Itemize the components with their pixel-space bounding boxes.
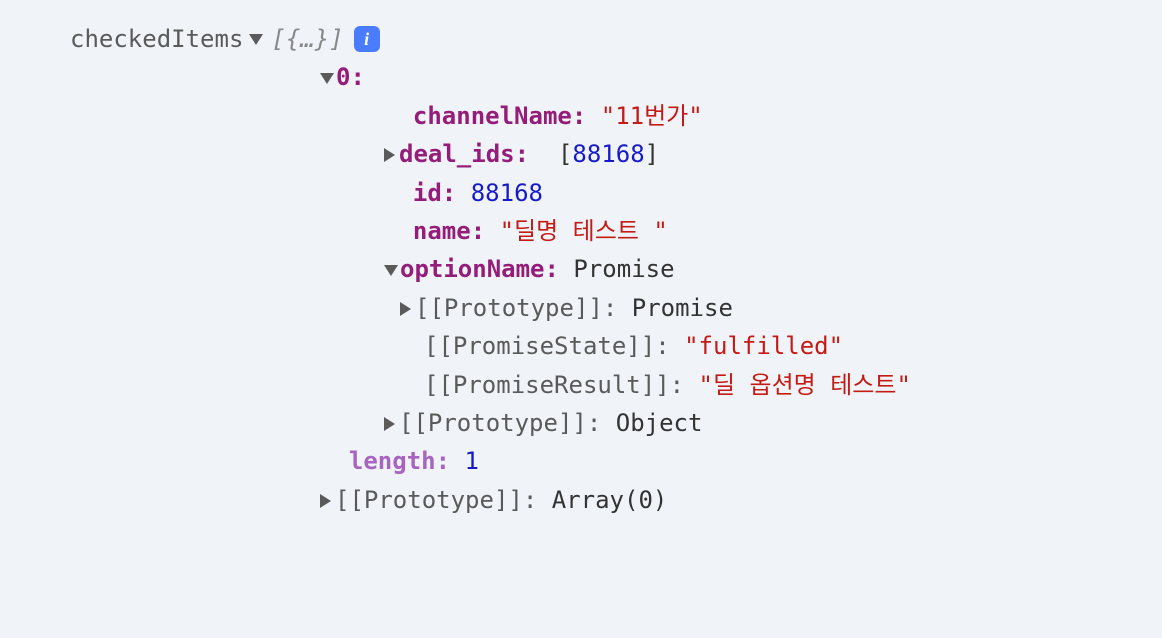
property-value-object: Array(0) <box>552 486 668 514</box>
property-key: optionName: <box>400 255 559 283</box>
property-key: 0: <box>336 63 365 91</box>
expand-toggle-icon[interactable] <box>384 265 398 276</box>
property-line-id: id: 88168 <box>384 174 1132 212</box>
property-value-string: "fulfilled" <box>684 332 843 360</box>
property-value-number: 88168 <box>471 179 543 207</box>
variable-name: checkedItems <box>70 20 243 58</box>
internal-property-key: [[Prototype]]: <box>415 294 617 322</box>
property-key: channelName: <box>413 102 586 130</box>
root-variable-line: checkedItems [{…}] i <box>70 20 1132 58</box>
internal-property-key: [[Prototype]]: <box>335 486 537 514</box>
property-key: deal_ids: <box>399 140 529 168</box>
property-value-object: Promise <box>632 294 733 322</box>
internal-property-key: [[PromiseState]]: <box>424 332 670 360</box>
property-line-channelname: channelName: "11번가" <box>384 97 1132 135</box>
property-value-object: Object <box>616 409 703 437</box>
property-key: length: <box>349 447 450 475</box>
internal-property-key: [[Prototype]]: <box>399 409 601 437</box>
bracket: ] <box>645 140 659 168</box>
expand-toggle-icon[interactable] <box>249 34 263 45</box>
info-icon[interactable]: i <box>354 26 380 52</box>
property-line-dealids[interactable]: deal_ids: [88168] <box>384 135 1132 173</box>
property-value-object: Promise <box>573 255 674 283</box>
property-line-prototype[interactable]: [[Prototype]]: Object <box>384 404 1132 442</box>
property-value-string: "딜명 테스트 " <box>500 217 668 245</box>
expand-toggle-icon[interactable] <box>400 302 411 316</box>
property-line-name: name: "딜명 테스트 " <box>384 212 1132 250</box>
property-line-optionname[interactable]: optionName: Promise <box>384 250 1132 288</box>
array-index-line[interactable]: 0: <box>320 58 1132 96</box>
property-value-string: "11번가" <box>601 102 703 130</box>
property-line-promiseresult: [[PromiseResult]]: "딜 옵션명 테스트" <box>424 366 1132 404</box>
property-key: id: <box>413 179 456 207</box>
property-value-number: 88168 <box>572 140 644 168</box>
expand-toggle-icon[interactable] <box>384 417 395 431</box>
expand-toggle-icon[interactable] <box>320 494 331 508</box>
property-value-number: 1 <box>465 447 479 475</box>
bracket: [ <box>558 140 572 168</box>
expand-toggle-icon[interactable] <box>320 73 334 84</box>
property-value-string: "딜 옵션명 테스트" <box>699 371 911 399</box>
property-line-promisestate: [[PromiseState]]: "fulfilled" <box>424 327 1132 365</box>
property-line-prototype[interactable]: [[Prototype]]: Array(0) <box>320 481 1132 519</box>
property-key: name: <box>413 217 485 245</box>
expand-toggle-icon[interactable] <box>384 148 395 162</box>
property-line-length: length: 1 <box>320 442 1132 480</box>
internal-property-key: [[PromiseResult]]: <box>424 371 684 399</box>
array-summary: [{…}] <box>271 20 343 58</box>
property-line-prototype[interactable]: [[Prototype]]: Promise <box>400 289 1132 327</box>
